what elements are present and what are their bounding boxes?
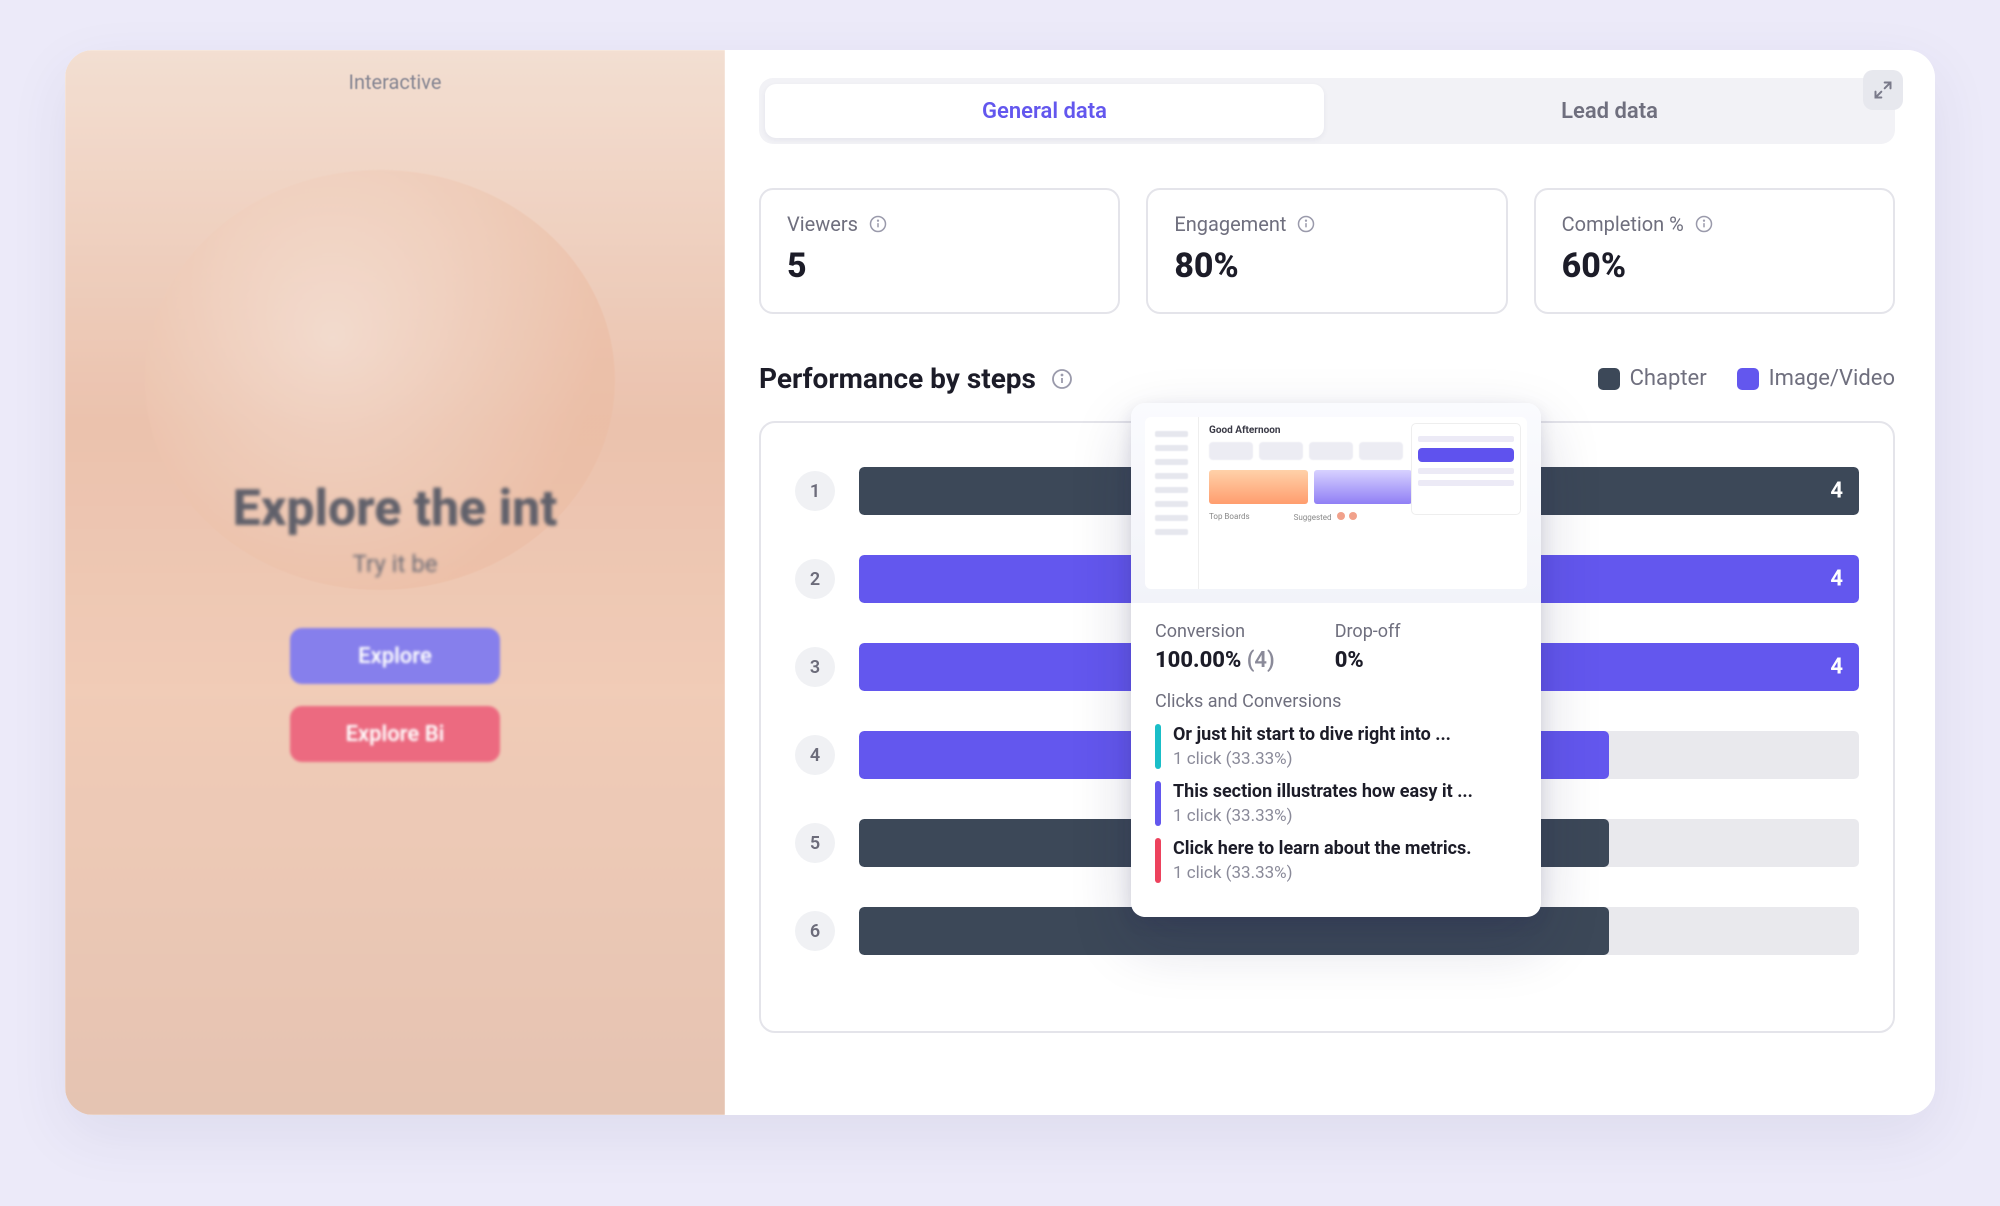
analytics-panel: General data Lead data Viewers 5 Engagem…: [725, 50, 1935, 1115]
info-icon[interactable]: [1296, 214, 1316, 234]
tooltip-conversion-value: 100.00%: [1155, 648, 1241, 673]
row-index: 4: [795, 735, 835, 775]
tooltip-conversion-label: Conversion: [1155, 621, 1275, 642]
info-icon[interactable]: [1050, 367, 1074, 391]
tooltip-thumbnail: Good Afternoon Top Boards Suggested: [1131, 403, 1541, 603]
tab-lead-data[interactable]: Lead data: [1330, 84, 1889, 138]
demo-preview-pane: Interactive Explore the int Try it be Ex…: [65, 50, 725, 1115]
metric-engagement-value: 80%: [1174, 246, 1479, 286]
bar-value: 4: [1830, 655, 1843, 680]
metric-completion: Completion % 60%: [1534, 188, 1895, 314]
chart-legend: Chapter Image/Video: [1598, 366, 1895, 391]
metric-completion-label: Completion %: [1562, 212, 1684, 236]
row-index: 6: [795, 911, 835, 951]
tooltip-click-item: This section illustrates how easy it ...…: [1155, 781, 1517, 826]
tab-general-data[interactable]: General data: [765, 84, 1324, 138]
expand-button[interactable]: [1863, 70, 1903, 110]
metric-viewers-label: Viewers: [787, 212, 858, 236]
tooltip-dropoff-value: 0%: [1335, 648, 1401, 673]
metric-viewers-value: 5: [787, 246, 1092, 286]
row-index: 2: [795, 559, 835, 599]
tooltip-dropoff-label: Drop-off: [1335, 621, 1401, 642]
tooltip-section-title: Clicks and Conversions: [1155, 691, 1517, 712]
metric-completion-value: 60%: [1562, 246, 1867, 286]
row-index: 1: [795, 471, 835, 511]
bar-value: 4: [1830, 567, 1843, 592]
expand-icon: [1873, 80, 1893, 100]
metric-engagement: Engagement 80%: [1146, 188, 1507, 314]
bar-value: 4: [1830, 479, 1843, 504]
performance-chart: 142434456 Good Afternoon Top Boards Sugg…: [759, 421, 1895, 1033]
section-title: Performance by steps: [759, 362, 1036, 395]
tooltip-conversion-count: (4): [1247, 648, 1275, 673]
analytics-tabs: General data Lead data: [759, 78, 1895, 144]
tooltip-click-item: Or just hit start to dive right into ...…: [1155, 724, 1517, 769]
metric-viewers: Viewers 5: [759, 188, 1120, 314]
legend-media: Image/Video: [1737, 366, 1895, 391]
row-index: 3: [795, 647, 835, 687]
step-tooltip: Good Afternoon Top Boards Suggested: [1131, 403, 1541, 917]
row-index: 5: [795, 823, 835, 863]
metric-engagement-label: Engagement: [1174, 212, 1286, 236]
legend-chapter: Chapter: [1598, 366, 1707, 391]
info-icon[interactable]: [868, 214, 888, 234]
info-icon[interactable]: [1694, 214, 1714, 234]
tooltip-click-item: Click here to learn about the metrics.1 …: [1155, 838, 1517, 883]
